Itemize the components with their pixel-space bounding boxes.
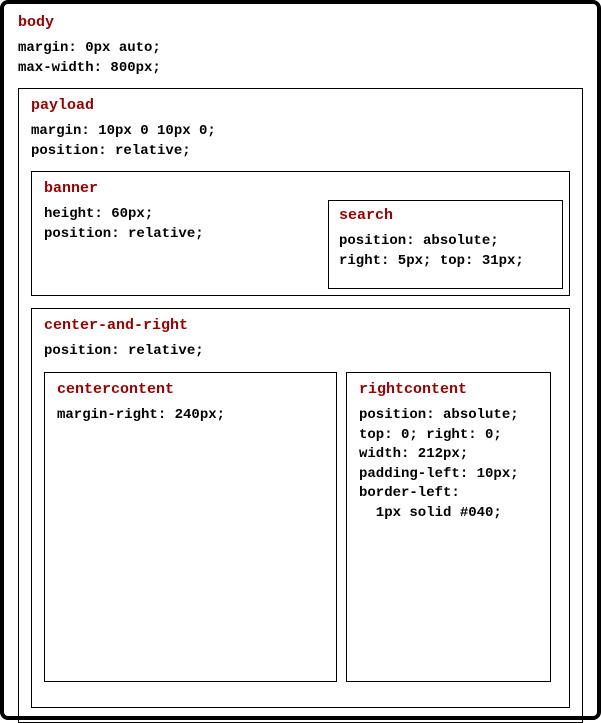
banner-props: height: 60px; position: relative; <box>44 205 304 244</box>
centercontent-props: margin-right: 240px; <box>57 406 324 426</box>
columns-wrapper: centercontent margin-right: 240px; right… <box>44 372 557 682</box>
center-and-right-props: position: relative; <box>44 342 557 362</box>
rightcontent-title: rightcontent <box>359 381 538 398</box>
centercontent-title: centercontent <box>57 381 324 398</box>
payload-block: payload margin: 10px 0 10px 0; position:… <box>18 88 583 723</box>
search-props: position: absolute; right: 5px; top: 31p… <box>339 232 552 271</box>
search-title: search <box>339 207 552 224</box>
center-and-right-block: center-and-right position: relative; cen… <box>31 308 570 708</box>
rightcontent-props: position: absolute; top: 0; right: 0; wi… <box>359 406 538 524</box>
banner-block: banner height: 60px; position: relative;… <box>31 171 570 296</box>
payload-title: payload <box>31 97 570 114</box>
body-title: body <box>18 14 583 31</box>
center-and-right-title: center-and-right <box>44 317 557 334</box>
body-props: margin: 0px auto; max-width: 800px; <box>18 39 583 78</box>
rightcontent-block: rightcontent position: absolute; top: 0;… <box>346 372 551 682</box>
search-block: search position: absolute; right: 5px; t… <box>328 200 563 288</box>
banner-title: banner <box>44 180 557 197</box>
body-block: body margin: 0px auto; max-width: 800px;… <box>0 0 601 720</box>
centercontent-block: centercontent margin-right: 240px; <box>44 372 337 682</box>
payload-props: margin: 10px 0 10px 0; position: relativ… <box>31 122 570 161</box>
